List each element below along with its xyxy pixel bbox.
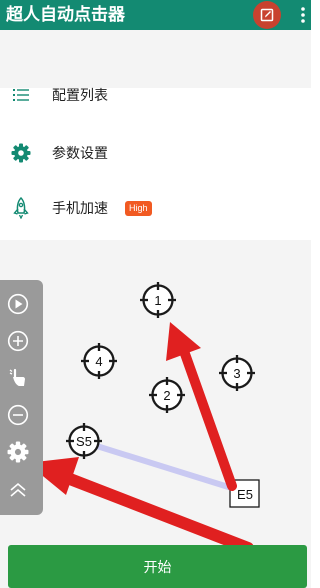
add-icon: [7, 330, 29, 352]
menu-item-settings[interactable]: 参数设置: [0, 128, 311, 178]
menu-item-phone-boost[interactable]: 手机加速 High: [0, 183, 311, 233]
swipe-start-label: S5: [76, 434, 92, 449]
app-bar: 超人自动点击器: [0, 0, 311, 30]
tap-gesture-icon: [9, 368, 25, 386]
menu-area: 配置列表 参数设置 手机加速 High: [0, 30, 311, 270]
click-overlay: 1 4 3 2 S5 E5: [27, 280, 260, 554]
gesture-button[interactable]: [5, 365, 31, 391]
target-label: 4: [95, 354, 102, 369]
click-target-2[interactable]: 2: [147, 375, 187, 415]
remove-icon: [7, 404, 29, 426]
start-area: 开始: [0, 545, 311, 588]
menu-item-label: 参数设置: [52, 145, 108, 161]
add-target-button[interactable]: [5, 328, 31, 354]
click-target-4[interactable]: 4: [79, 341, 119, 381]
floating-toolbar: [0, 280, 43, 515]
edit-icon: [260, 8, 274, 22]
click-target-3[interactable]: 3: [217, 353, 257, 393]
edit-button[interactable]: [253, 1, 281, 29]
menu-item-label: 手机加速: [52, 200, 108, 216]
target-label: 1: [154, 293, 161, 308]
start-button[interactable]: 开始: [8, 545, 307, 588]
swipe-start-target[interactable]: S5: [64, 421, 104, 461]
click-target-1[interactable]: 1: [138, 280, 178, 320]
annotation-arrow: [27, 457, 254, 554]
collapse-button[interactable]: [5, 477, 31, 503]
play-icon: [7, 293, 29, 315]
menu-item-label: 配置列表: [52, 87, 108, 103]
rocket-icon: [11, 197, 31, 219]
swipe-end-label: E5: [237, 487, 253, 502]
app-title: 超人自动点击器: [6, 5, 125, 24]
gear-icon: [7, 441, 29, 463]
remove-target-button[interactable]: [5, 402, 31, 428]
more-vertical-icon: [301, 7, 305, 23]
settings-button[interactable]: [5, 439, 31, 465]
more-options-button[interactable]: [297, 4, 309, 26]
target-label: 2: [163, 388, 170, 403]
collapse-up-icon: [10, 482, 26, 497]
target-label: 3: [233, 366, 240, 381]
menu-item-config-list[interactable]: 配置列表: [0, 70, 311, 120]
gear-icon: [11, 143, 31, 163]
list-icon: [11, 85, 31, 105]
high-badge: High: [125, 200, 152, 216]
play-button[interactable]: [5, 291, 31, 317]
